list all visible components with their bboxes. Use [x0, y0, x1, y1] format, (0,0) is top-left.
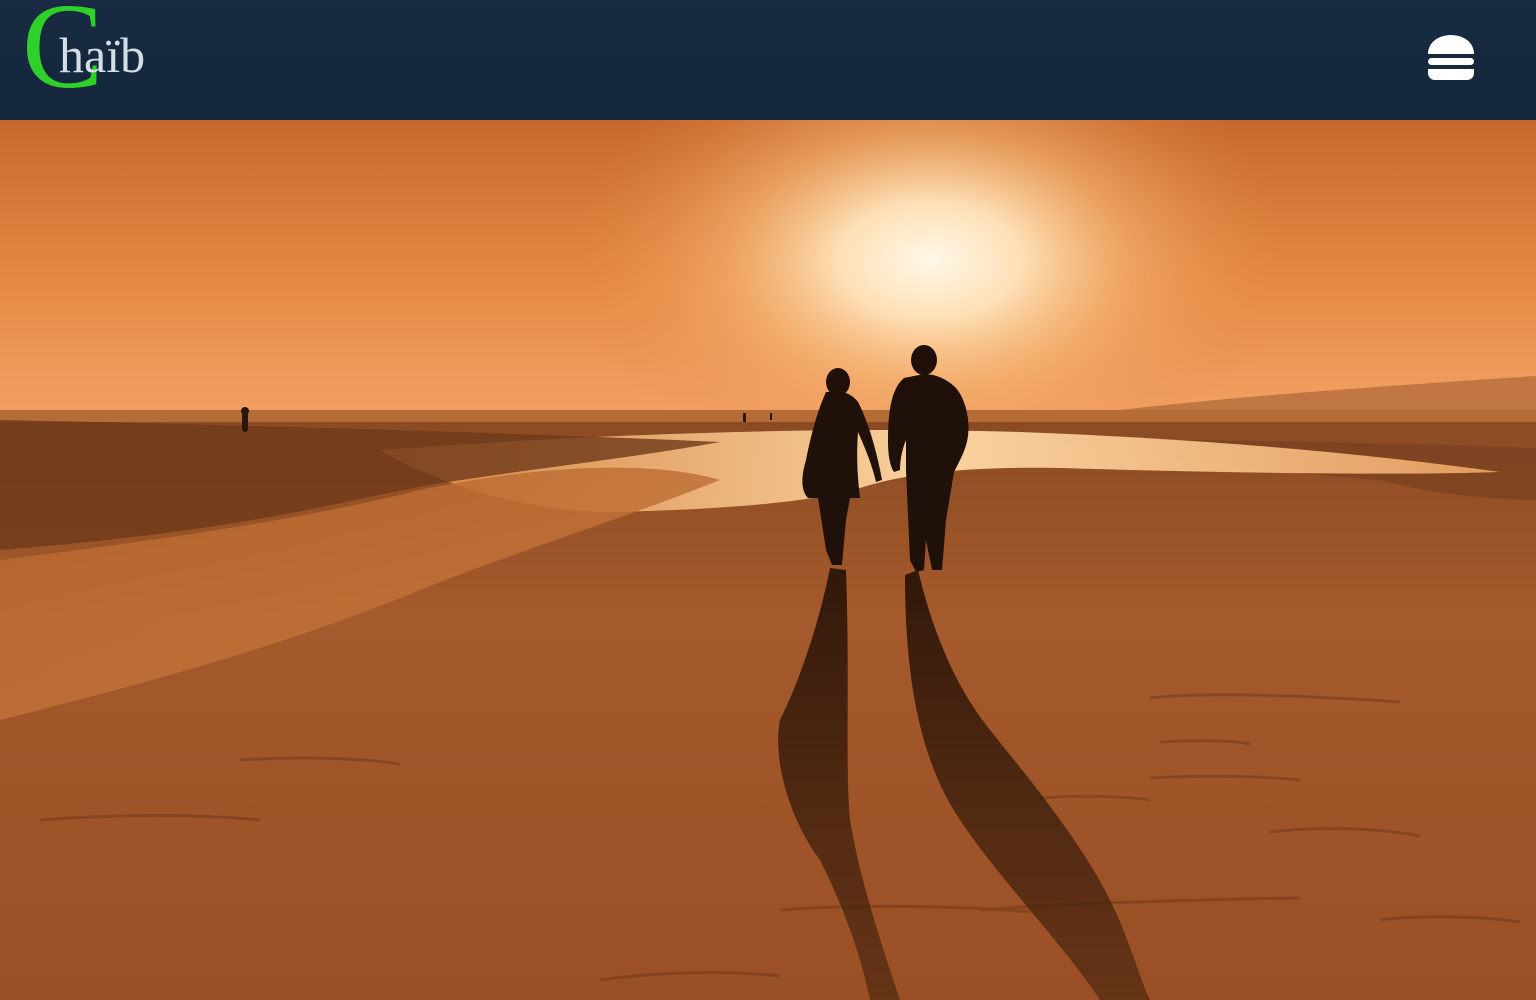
menu-button[interactable]: [1420, 30, 1482, 86]
page: C haïb: [0, 0, 1536, 1000]
hero-image: [0, 120, 1536, 1000]
logo-wordmark: haïb: [59, 27, 146, 83]
site-header: C haïb: [0, 0, 1536, 120]
burger-menu-icon: [1428, 35, 1474, 80]
site-logo[interactable]: C haïb: [22, 0, 192, 110]
